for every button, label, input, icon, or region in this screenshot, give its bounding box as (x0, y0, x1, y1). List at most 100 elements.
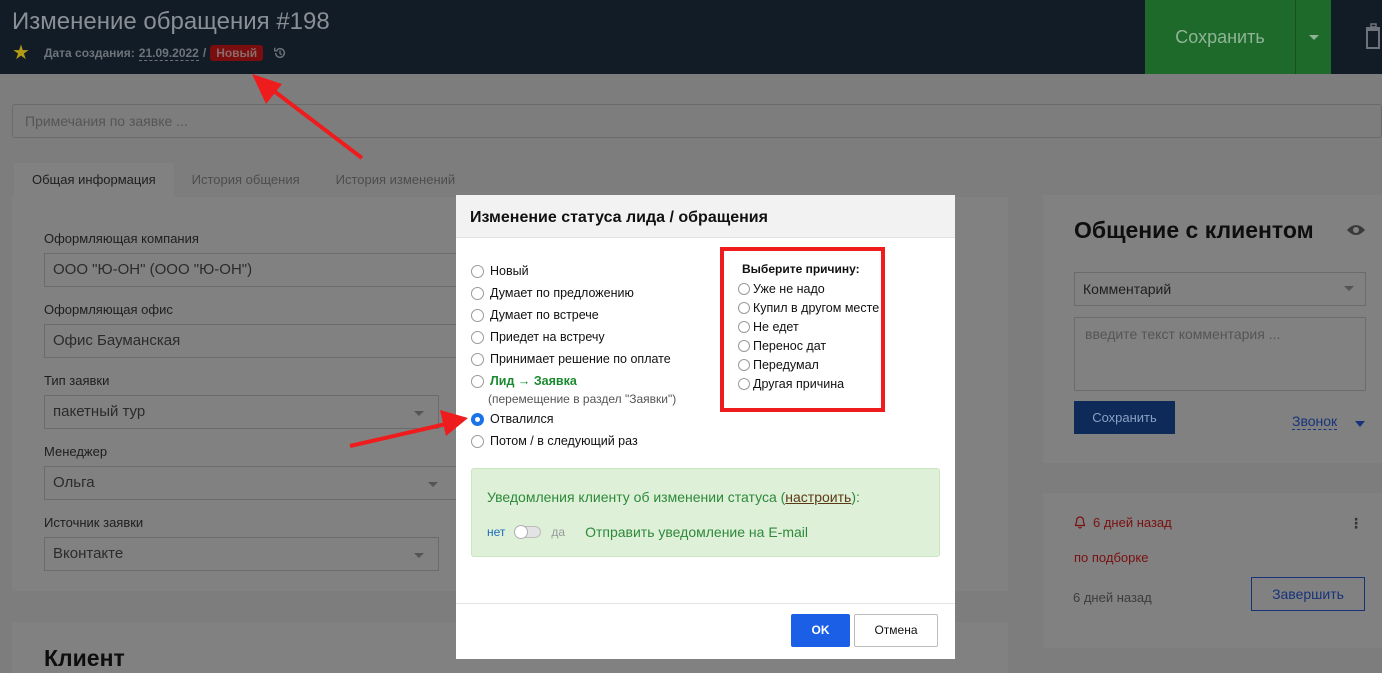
company-select[interactable]: ООО "Ю-ОН" (ООО "Ю-ОН") (44, 253, 464, 287)
created-date[interactable]: 21.09.2022 (138, 46, 199, 61)
reason-label: Не едет (753, 319, 799, 334)
tab-change-history[interactable]: История изменений (318, 163, 474, 197)
task-sub-time: 6 дней назад (1073, 590, 1152, 605)
page-title: Изменение обращения #198 (12, 8, 330, 35)
radio-icon[interactable] (471, 264, 484, 278)
cancel-button[interactable]: Отмена (854, 614, 938, 647)
reason-option[interactable]: Уже не надо (738, 279, 881, 298)
reason-option[interactable]: Другая причина (738, 374, 881, 393)
status-change-modal: Изменение статуса лида / обращения Новый… (456, 195, 955, 659)
notification-title: Уведомления клиенту об изменении статуса… (487, 489, 860, 505)
client-title: Клиент (44, 645, 125, 671)
manager-label: Менеджер (44, 444, 108, 459)
comment-type-select[interactable]: Комментарий (1074, 272, 1366, 306)
reason-option[interactable]: Купил в другом месте (738, 298, 881, 317)
trash-icon[interactable] (1362, 20, 1382, 50)
email-notification-toggle[interactable] (514, 525, 542, 539)
radio-icon[interactable] (471, 352, 484, 366)
page-header: Изменение обращения #198 ★ Дата создания… (0, 0, 1382, 74)
status-option-coming-meeting[interactable]: Приедет на встречу (471, 326, 731, 348)
radio-icon[interactable] (738, 301, 750, 314)
notification-text: Уведомления клиенту об изменении статуса… (487, 489, 786, 505)
reasons-title: Выберите причину: (742, 262, 860, 276)
status-option-dropped[interactable]: Отвалился (471, 408, 731, 430)
notification-text-end: ): (851, 489, 860, 505)
status-option-later[interactable]: Потом / в следующий раз (471, 430, 731, 452)
reason-label: Уже не надо (753, 281, 825, 296)
office-select[interactable]: Офис Бауманская (44, 324, 464, 358)
eye-icon[interactable] (1346, 223, 1366, 237)
reason-label: Другая причина (753, 376, 845, 391)
save-dropdown-button[interactable] (1295, 0, 1331, 74)
radio-icon[interactable] (738, 339, 750, 352)
meta-line: ★ Дата создания: 21.09.2022 / Новый (12, 43, 287, 63)
history-icon[interactable] (273, 46, 287, 60)
status-option-new[interactable]: Новый (471, 260, 731, 282)
reason-option[interactable]: Не едет (738, 317, 881, 336)
radio-icon[interactable] (738, 320, 750, 333)
status-radio-list: Новый Думает по предложению Думает по вс… (471, 260, 731, 452)
tab-general[interactable]: Общая информация (14, 163, 174, 197)
status-option-thinking-meeting[interactable]: Думает по встрече (471, 304, 731, 326)
status-option-lead-to-order[interactable]: Лид → Заявка (471, 370, 731, 392)
company-label: Оформляющая компания (44, 231, 199, 246)
status-option-thinking-offer[interactable]: Думает по предложению (471, 282, 731, 304)
reason-option[interactable]: Передумал (738, 355, 881, 374)
reason-label: Купил в другом месте (753, 300, 880, 315)
chevron-down-icon[interactable] (1355, 421, 1365, 427)
kebab-menu-icon[interactable]: ⋮ (1349, 515, 1363, 532)
comment-textarea[interactable]: введите текст комментария ... (1074, 317, 1366, 391)
communication-title: Общение с клиентом (1074, 217, 1314, 243)
finish-button[interactable]: Завершить (1251, 577, 1365, 611)
type-select[interactable]: пакетный тур (44, 395, 439, 429)
save-button[interactable]: Сохранить (1145, 0, 1295, 74)
status-label: Новый (490, 264, 529, 278)
bell-icon (1074, 516, 1086, 529)
ok-button[interactable]: OK (791, 614, 850, 647)
notification-toggle-row: нет да Отправить уведомление на E-mail (487, 524, 808, 540)
task-text: по подборке (1074, 550, 1149, 565)
radio-icon[interactable] (471, 374, 484, 388)
source-label: Источник заявки (44, 515, 144, 530)
status-label: Думает по предложению (490, 286, 634, 300)
chevron-down-icon (1308, 34, 1319, 40)
status-label: Потом / в следующий раз (490, 434, 638, 448)
type-label: Тип заявки (44, 373, 110, 388)
status-label: Отвалился (490, 412, 554, 426)
notes-input[interactable]: Примечания по заявке ... (12, 104, 1382, 138)
chevron-down-icon (428, 482, 438, 487)
reason-label: Перенос дат (753, 338, 827, 353)
toggle-knob (514, 525, 529, 539)
status-label: Приедет на встречу (490, 330, 605, 344)
status-label: Лид → Заявка (490, 374, 577, 388)
email-notification-label: Отправить уведомление на E-mail (585, 524, 808, 540)
toggle-yes-label: да (551, 525, 566, 539)
radio-icon[interactable] (738, 377, 750, 390)
radio-icon[interactable] (471, 308, 484, 322)
call-link[interactable]: Звонок (1292, 413, 1338, 430)
reason-option[interactable]: Перенос дат (738, 336, 881, 355)
meta-separator: / (202, 46, 207, 60)
chevron-down-icon (1344, 286, 1354, 291)
status-option-payment-decision[interactable]: Принимает решение по оплате (471, 348, 731, 370)
status-label: Думает по встрече (490, 308, 599, 322)
radio-icon[interactable] (471, 286, 484, 300)
source-select[interactable]: Вконтакте (44, 537, 439, 571)
tab-communication-history[interactable]: История общения (174, 163, 318, 197)
office-label: Оформляющая офис (44, 302, 173, 317)
modal-title: Изменение статуса лида / обращения (456, 195, 955, 238)
radio-icon[interactable] (738, 358, 750, 371)
status-label: Принимает решение по оплате (490, 352, 671, 366)
star-icon[interactable]: ★ (12, 43, 30, 63)
status-badge[interactable]: Новый (210, 45, 264, 61)
radio-icon[interactable] (471, 434, 484, 448)
notification-box: Уведомления клиенту об изменении статуса… (471, 468, 940, 557)
comment-save-button[interactable]: Сохранить (1074, 401, 1175, 434)
radio-icon[interactable] (738, 282, 750, 295)
chevron-down-icon (414, 411, 424, 416)
notification-settings-link[interactable]: настроить (785, 489, 851, 505)
chevron-down-icon (414, 553, 424, 558)
radio-icon[interactable] (471, 330, 484, 344)
radio-checked-icon[interactable] (471, 412, 484, 426)
manager-select[interactable]: Ольга (44, 466, 464, 500)
